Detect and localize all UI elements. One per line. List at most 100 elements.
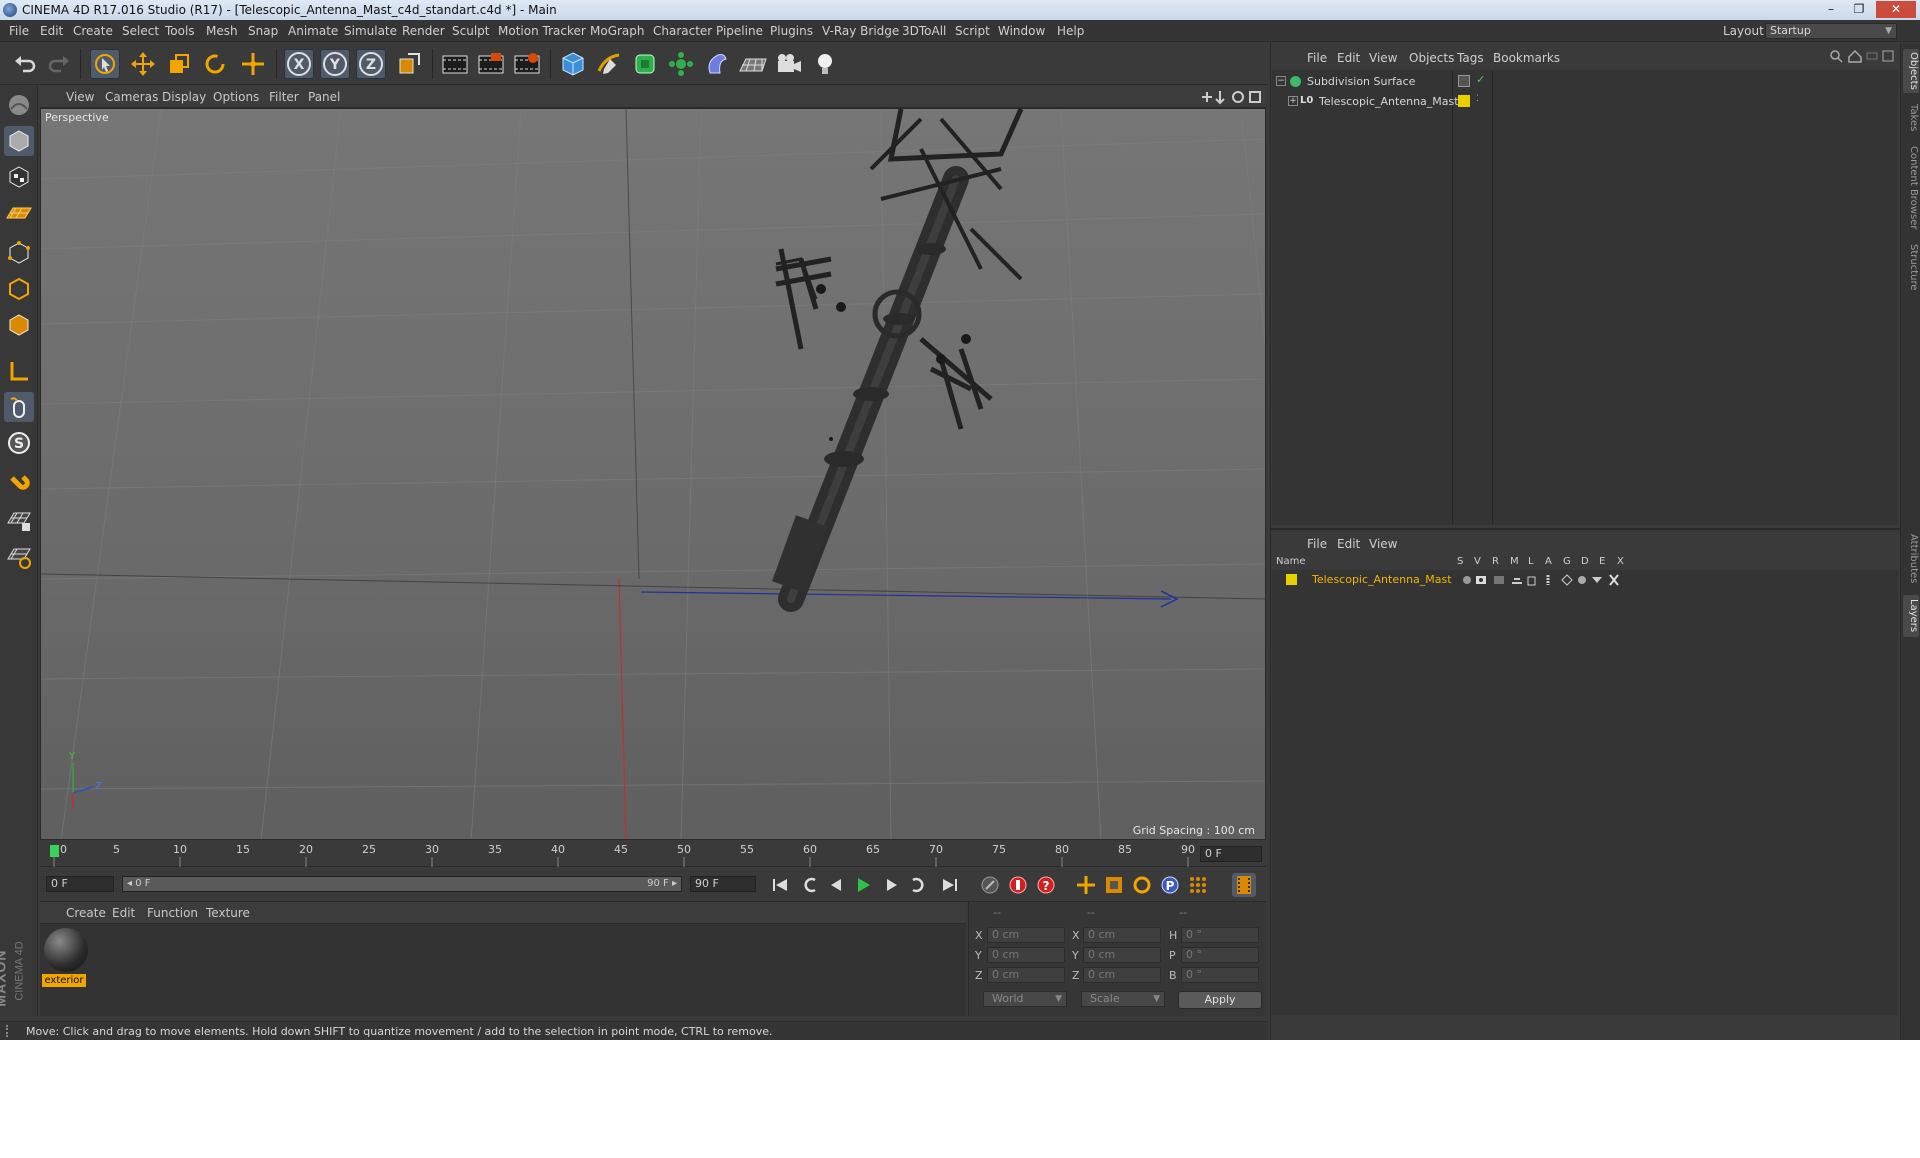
tab-structure[interactable]: Structure: [1903, 241, 1919, 293]
3d-viewport[interactable]: Y Z Perspective Grid Spacing : 100 cm: [40, 108, 1266, 840]
rot-b-field[interactable]: 0 °: [1181, 967, 1259, 983]
rot-h-field[interactable]: 0 °: [1181, 927, 1259, 943]
object-row-subdivision-surface[interactable]: − Subdivision Surface ✓: [1272, 73, 1898, 91]
viewport-menu-panel[interactable]: Panel: [308, 90, 340, 104]
add-floor-button[interactable]: [738, 49, 768, 79]
object-row-telescopic-antenna-mast[interactable]: + L0 Telescopic_Antenna_Mast ⁚: [1272, 93, 1898, 111]
timeline-window-button[interactable]: [1232, 873, 1256, 897]
maximize-button[interactable]: ❐: [1846, 1, 1872, 18]
record-active-button[interactable]: [978, 873, 1002, 897]
menu-character[interactable]: Character: [653, 24, 712, 38]
tab-content-browser[interactable]: Content Browser: [1903, 143, 1919, 233]
tab-attributes[interactable]: Attributes: [1903, 531, 1919, 587]
object-manager-tools[interactable]: [1829, 49, 1895, 63]
menu-tools[interactable]: Tools: [165, 24, 195, 38]
layer-color-swatch[interactable]: [1286, 574, 1297, 585]
layer-menu-file[interactable]: File: [1307, 537, 1327, 551]
menu-edit[interactable]: Edit: [40, 24, 63, 38]
y-axis-lock-button[interactable]: Y: [320, 49, 350, 79]
key-pla-button[interactable]: [1186, 873, 1210, 897]
menu-mesh[interactable]: Mesh: [206, 24, 238, 38]
preview-range-slider[interactable]: ◂ 0 F 90 F ▸: [122, 876, 682, 892]
coordinate-mode-select[interactable]: Scale ▼: [1081, 991, 1165, 1007]
timeline-ruler[interactable]: 0 5 10 15 20 25 30 35 40 45 50 55 60 65 …: [40, 841, 1266, 867]
apply-button[interactable]: Apply: [1178, 991, 1262, 1009]
material-swatch[interactable]: exterior: [40, 924, 94, 994]
minimize-button[interactable]: –: [1818, 1, 1844, 18]
add-camera-button[interactable]: [774, 49, 804, 79]
key-parameter-button[interactable]: P: [1158, 873, 1182, 897]
viewport-menu-view[interactable]: View: [66, 90, 94, 104]
layer-menu-view[interactable]: View: [1369, 537, 1397, 551]
viewport-navigation-icons[interactable]: [1198, 89, 1264, 105]
material-menu-function[interactable]: Function: [147, 906, 198, 920]
model-mode-button[interactable]: [4, 126, 34, 156]
edges-mode-button[interactable]: [4, 274, 34, 304]
layer-color-swatch[interactable]: [1458, 95, 1470, 107]
texture-mode-button[interactable]: [4, 162, 34, 192]
menu-animate[interactable]: Animate: [288, 24, 338, 38]
menu-create[interactable]: Create: [73, 24, 113, 38]
menu-3dtoall[interactable]: 3DToAll: [902, 24, 946, 38]
coordinate-space-select[interactable]: World ▼: [983, 991, 1067, 1007]
menu-vray-bridge[interactable]: V-Ray Bridge: [822, 24, 899, 38]
keyframe-selection-button[interactable]: ?: [1034, 873, 1058, 897]
locked-workplane-button[interactable]: [4, 542, 34, 572]
snap-button[interactable]: [4, 506, 34, 536]
axis-mode-button[interactable]: [4, 356, 34, 386]
visibility-dots-icon[interactable]: ⁚: [1476, 94, 1479, 104]
object-menu-bookmarks[interactable]: Bookmarks: [1493, 51, 1560, 65]
viewport-menu-filter[interactable]: Filter: [269, 90, 299, 104]
object-menu-objects[interactable]: Objects: [1409, 51, 1454, 65]
end-frame-field[interactable]: 90 F: [690, 876, 756, 892]
add-subdivision-button[interactable]: [630, 49, 660, 79]
z-axis-lock-button[interactable]: Z: [356, 49, 386, 79]
move-tool-button[interactable]: [128, 49, 158, 79]
menu-help[interactable]: Help: [1057, 24, 1084, 38]
object-menu-view[interactable]: View: [1369, 51, 1397, 65]
enabled-check-icon[interactable]: ✓: [1476, 73, 1485, 86]
rot-p-field[interactable]: 0 °: [1181, 947, 1259, 963]
pos-x-field[interactable]: 0 cm: [987, 927, 1065, 943]
points-mode-button[interactable]: [4, 238, 34, 268]
menu-sculpt[interactable]: Sculpt: [452, 24, 489, 38]
key-rotation-button[interactable]: [1130, 873, 1154, 897]
coordinate-system-button[interactable]: [394, 49, 424, 79]
menu-pipeline[interactable]: Pipeline: [716, 24, 763, 38]
menu-file[interactable]: File: [9, 24, 29, 38]
material-menu-create[interactable]: Create: [66, 906, 106, 920]
menu-plugins[interactable]: Plugins: [770, 24, 813, 38]
viewport-menu-display[interactable]: Display: [162, 90, 206, 104]
play-button[interactable]: [852, 873, 876, 897]
expand-icon[interactable]: +: [1288, 96, 1298, 106]
solo-mode-button[interactable]: S: [4, 428, 34, 458]
live-move-button[interactable]: [238, 49, 268, 79]
add-deformer-button[interactable]: [702, 49, 732, 79]
add-light-button[interactable]: [810, 49, 840, 79]
tweak-mode-button[interactable]: [4, 392, 34, 422]
size-x-field[interactable]: 0 cm: [1083, 927, 1161, 943]
object-menu-edit[interactable]: Edit: [1337, 51, 1360, 65]
layer-row[interactable]: Telescopic_Antenna_Mast: [1272, 571, 1898, 589]
add-cube-button[interactable]: [558, 49, 588, 79]
previous-key-button[interactable]: [798, 873, 822, 897]
select-tool-button[interactable]: [90, 49, 120, 79]
material-menu-edit[interactable]: Edit: [112, 906, 135, 920]
key-scale-button[interactable]: [1102, 873, 1126, 897]
tab-objects[interactable]: Objects: [1903, 49, 1919, 93]
object-menu-file[interactable]: File: [1307, 51, 1327, 65]
current-frame-field[interactable]: 0 F: [1200, 846, 1262, 862]
playhead[interactable]: [50, 845, 59, 857]
tab-layers[interactable]: Layers: [1903, 595, 1919, 637]
collapse-icon[interactable]: −: [1276, 76, 1286, 86]
x-axis-lock-button[interactable]: X: [284, 49, 314, 79]
menu-motion-tracker[interactable]: Motion Tracker: [498, 24, 586, 38]
pos-y-field[interactable]: 0 cm: [987, 947, 1065, 963]
redo-button[interactable]: [44, 49, 74, 79]
panel-splitter[interactable]: [1270, 528, 1900, 530]
render-picture-viewer-button[interactable]: [476, 49, 506, 79]
layer-toggle-icons[interactable]: [1462, 573, 1642, 587]
size-y-field[interactable]: 0 cm: [1083, 947, 1161, 963]
layer-tag-icon[interactable]: [1458, 75, 1470, 87]
key-position-button[interactable]: [1074, 873, 1098, 897]
